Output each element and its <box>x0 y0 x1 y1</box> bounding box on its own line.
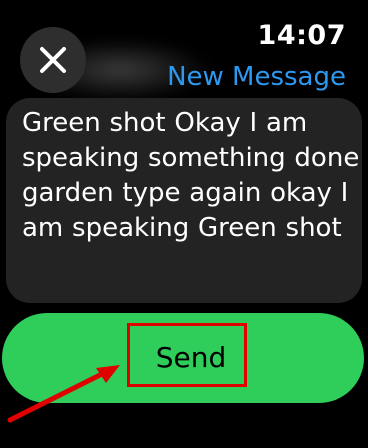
message-card[interactable]: Green shot Okay I am speaking something … <box>6 98 362 303</box>
message-text: Green shot Okay I am speaking something … <box>22 108 360 243</box>
close-icon <box>40 47 66 73</box>
close-button[interactable] <box>20 27 86 93</box>
status-time: 14:07 <box>257 20 346 51</box>
watch-screen: 14:07 New Message Green shot Okay I am s… <box>0 0 368 448</box>
send-button-label: Send <box>155 341 227 374</box>
page-title: New Message <box>167 62 346 92</box>
send-highlight-box: Send <box>127 323 247 387</box>
annotation-arrow-icon <box>7 365 120 423</box>
